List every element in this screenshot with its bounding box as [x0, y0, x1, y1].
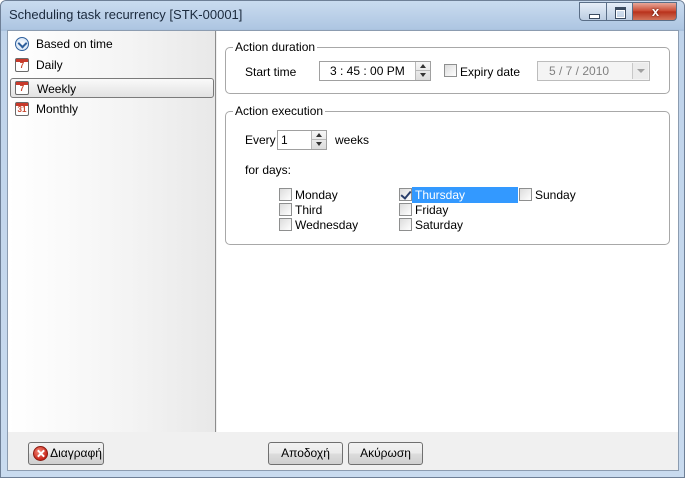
dialog-client-area: Based on time 7 Daily 7 Weekly 31 Monthl… [7, 30, 679, 471]
sidebar-item-monthly[interactable]: 31 Monthly [10, 99, 214, 119]
accept-button-label: Αποδοχή [281, 446, 330, 460]
every-weeks-input[interactable]: 1 [277, 130, 327, 150]
sidebar-item-label: Monthly [36, 102, 79, 116]
every-spinner[interactable] [311, 131, 326, 149]
day-checkbox-thursday[interactable] [399, 188, 412, 201]
expiry-date-label: Expiry date [460, 65, 521, 79]
day-label-friday: Friday [415, 203, 449, 217]
accept-button[interactable]: Αποδοχή [268, 442, 343, 465]
day-label-monday: Monday [295, 188, 338, 202]
day-label-saturday: Saturday [415, 218, 464, 232]
action-execution-group: Action execution Every 1 weeks for days:… [225, 104, 670, 245]
day-checkbox-sunday[interactable] [519, 188, 532, 201]
window-title: Scheduling task recurrency [STK-00001] [9, 7, 243, 22]
day-checkbox-wednesday[interactable] [279, 218, 292, 231]
day-label-third: Third [295, 203, 323, 217]
settings-panel: Action duration Start time 3 : 45 : 00 P… [217, 31, 678, 432]
every-label: Every [245, 133, 276, 147]
action-duration-group: Action duration Start time 3 : 45 : 00 P… [225, 40, 670, 94]
delete-icon [33, 446, 48, 461]
start-time-label: Start time [245, 65, 297, 79]
chevron-down-icon[interactable] [632, 63, 648, 79]
sidebar-item-weekly[interactable]: 7 Weekly [10, 78, 214, 98]
start-time-value: 3 : 45 : 00 PM [330, 64, 405, 78]
dialog-window: Scheduling task recurrency [STK-00001] x… [0, 0, 685, 478]
maximize-button[interactable] [606, 2, 632, 21]
start-time-picker[interactable]: 3 : 45 : 00 PM [319, 61, 431, 81]
expiry-date-value: 5 / 7 / 2010 [549, 64, 610, 78]
group-title: Action execution [233, 104, 326, 118]
day-checkbox-third[interactable] [279, 203, 292, 216]
calendar-icon: 31 [15, 102, 29, 116]
day-checkbox-friday[interactable] [399, 203, 412, 216]
sidebar-item-label: Weekly [37, 82, 77, 96]
day-checkbox-monday[interactable] [279, 188, 292, 201]
calendar-icon: 7 [15, 81, 29, 95]
recurrence-type-list: Based on time 7 Daily 7 Weekly 31 Monthl… [8, 31, 216, 432]
for-days-label: for days: [245, 163, 292, 177]
minimize-button[interactable] [579, 2, 606, 21]
title-bar[interactable]: Scheduling task recurrency [STK-00001] x [1, 1, 684, 29]
sidebar-item-daily[interactable]: 7 Daily [10, 55, 214, 75]
sidebar-item-label: Based on time [36, 37, 113, 51]
weeks-label: weeks [335, 133, 370, 147]
day-checkbox-saturday[interactable] [399, 218, 412, 231]
cancel-button[interactable]: Ακύρωση [348, 442, 423, 465]
close-icon: x [651, 4, 660, 19]
sidebar-item-label: Daily [36, 58, 63, 72]
start-time-spinner[interactable] [415, 62, 430, 80]
sidebar-item-based-on-time[interactable]: Based on time [10, 34, 214, 54]
group-title: Action duration [233, 40, 318, 54]
close-button[interactable]: x [632, 2, 677, 21]
day-label-sunday: Sunday [535, 188, 576, 202]
delete-button-label: Διαγραφή [50, 446, 102, 460]
day-label-thursday: Thursday [412, 187, 518, 203]
calendar-icon: 7 [15, 58, 29, 72]
clock-icon [15, 37, 29, 51]
expiry-date-checkbox[interactable] [444, 64, 457, 77]
cancel-button-label: Ακύρωση [360, 446, 411, 460]
every-value: 1 [281, 133, 288, 147]
delete-button[interactable]: Διαγραφή [28, 442, 104, 465]
expiry-date-picker[interactable]: 5 / 7 / 2010 [537, 61, 650, 81]
day-label-wednesday: Wednesday [295, 218, 359, 232]
